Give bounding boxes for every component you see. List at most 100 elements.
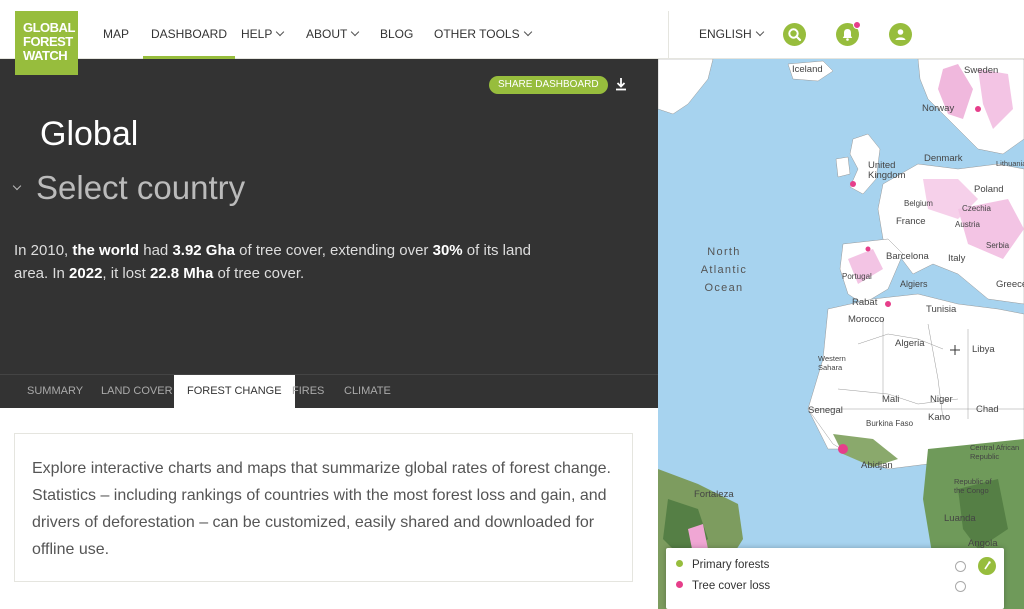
opacity-icon[interactable]: [955, 561, 966, 572]
nav-blog-label: BLOG: [380, 27, 414, 41]
map-label: United Kingdom: [868, 160, 906, 181]
map-label: Fortaleza: [694, 489, 734, 500]
account-button[interactable]: [889, 23, 912, 46]
map-label: Czechia: [962, 204, 991, 213]
map-label: Abidjan: [861, 460, 893, 471]
summary-highlight: 2022: [69, 265, 103, 282]
summary-highlight: 30%: [432, 242, 463, 259]
map-label: Belgium: [904, 199, 933, 208]
map-label: Poland: [974, 184, 1004, 195]
summary-part: of tree cover, extending over: [234, 242, 433, 259]
map-label: Tunisia: [926, 304, 957, 315]
country-selector-label: Select country: [36, 169, 246, 206]
map-label: Niger: [930, 394, 953, 405]
country-selector[interactable]: Select country: [12, 169, 246, 207]
map-label: Mali: [882, 394, 900, 405]
nav-blog[interactable]: BLOG: [380, 11, 413, 59]
tab-climate[interactable]: CLIMATE: [344, 375, 391, 408]
notification-badge: [853, 21, 861, 29]
summary-part: had: [139, 242, 173, 259]
map-label: Western Sahara: [818, 354, 846, 372]
map-label: Rabat: [852, 297, 878, 308]
summary-part: , it lost: [102, 265, 150, 282]
ocean-label-line: Atlantic: [700, 264, 748, 276]
notifications-button[interactable]: [836, 21, 861, 46]
gfw-logo[interactable]: GLOBAL FOREST WATCH: [15, 11, 78, 75]
nav-divider: [668, 11, 669, 59]
download-icon[interactable]: [613, 76, 629, 92]
language-label: ENGLISH: [699, 27, 752, 41]
ocean-label-line: Ocean: [704, 282, 744, 294]
map-label: Portugal: [842, 272, 872, 281]
map-label: Norway: [922, 103, 955, 114]
intro-text: Explore interactive charts and maps that…: [32, 460, 611, 558]
tab-land-cover[interactable]: LAND COVER: [101, 375, 173, 408]
map-label: Italy: [948, 253, 966, 264]
map-label: Austria: [955, 220, 980, 229]
map-label: Sweden: [964, 65, 999, 76]
tab-summary[interactable]: SUMMARY: [27, 375, 83, 408]
map-label: Greece: [996, 279, 1024, 290]
search-icon: [788, 28, 802, 42]
map-label: Burkina Faso: [866, 419, 914, 428]
layer-toggle[interactable]: [978, 557, 996, 575]
info-icon: [984, 561, 991, 570]
search-button[interactable]: [783, 23, 806, 46]
legend-swatch: [676, 560, 683, 567]
map-label: Iceland: [792, 64, 823, 75]
legend-label: Primary forests: [692, 559, 770, 571]
nav-about[interactable]: ABOUT: [306, 11, 360, 59]
summary-highlight: the world: [72, 242, 140, 259]
ocean-label-line: North: [707, 246, 741, 258]
tab-fires[interactable]: FIRES: [292, 375, 324, 408]
dashboard-tabs: SUMMARY LAND COVER FOREST CHANGE FIRES C…: [0, 374, 658, 408]
bell-icon: [842, 29, 853, 41]
summary-highlight: 22.8 Mha: [149, 265, 214, 282]
logo-line-1: GLOBAL: [23, 20, 75, 35]
logo-line-2: FOREST: [23, 34, 73, 49]
map-label: Senegal: [808, 405, 843, 416]
nav-dashboard-label: DASHBOARD: [151, 27, 228, 41]
dashboard-header: SHARE DASHBOARD Global Select country In…: [0, 59, 658, 374]
nav-map-label: MAP: [103, 27, 130, 41]
nav-about-label: ABOUT: [306, 27, 348, 41]
language-selector[interactable]: ENGLISH: [699, 11, 764, 59]
nav-map[interactable]: MAP: [103, 11, 129, 59]
ocean-label: North Atlantic Ocean: [694, 243, 754, 297]
crosshair-icon: [950, 345, 960, 355]
opacity-icon[interactable]: [955, 581, 966, 592]
chevron-down-icon: [12, 181, 22, 191]
map-legend: Primary forests Tree cover loss: [666, 548, 1004, 609]
logo-line-3: WATCH: [23, 48, 68, 63]
map-label: Algeria: [895, 338, 925, 349]
chevron-down-icon: [351, 27, 360, 37]
nav-help[interactable]: HELP: [241, 11, 285, 59]
nav-dashboard[interactable]: DASHBOARD: [143, 11, 236, 59]
intro-card: Explore interactive charts and maps that…: [14, 433, 633, 582]
map-label: Algiers: [900, 279, 928, 289]
share-dashboard-button[interactable]: SHARE DASHBOARD: [489, 76, 608, 94]
map-label: Serbia: [986, 241, 1010, 250]
legend-item-primary-forests[interactable]: Primary forests: [676, 559, 769, 571]
legend-swatch: [676, 581, 683, 588]
map-label: Lithuania: [996, 159, 1024, 168]
map-label: Barcelona: [886, 251, 929, 262]
map-label: France: [896, 216, 926, 227]
legend-label: Tree cover loss: [692, 580, 771, 592]
legend-item-tree-cover-loss[interactable]: Tree cover loss: [676, 580, 770, 592]
chevron-down-icon: [276, 27, 285, 37]
map-label: Central African Republic: [970, 443, 1020, 461]
chevron-down-icon: [755, 27, 764, 37]
map-label: Denmark: [924, 153, 963, 164]
summary-highlight: 3.92 Gha: [172, 242, 235, 259]
nav-other-tools-label: OTHER TOOLS: [434, 27, 520, 41]
map-label: Kano: [928, 412, 951, 423]
map-label: Morocco: [848, 314, 885, 325]
nav-other-tools[interactable]: OTHER TOOLS: [434, 11, 532, 59]
user-icon: [895, 29, 906, 40]
map-panel[interactable]: Iceland Sweden Norway Denmark United Kin…: [658, 59, 1024, 609]
chevron-down-icon: [523, 27, 532, 37]
map-label: Luanda: [944, 513, 976, 524]
nav-help-label: HELP: [241, 27, 273, 41]
tab-forest-change[interactable]: FOREST CHANGE: [174, 375, 295, 408]
